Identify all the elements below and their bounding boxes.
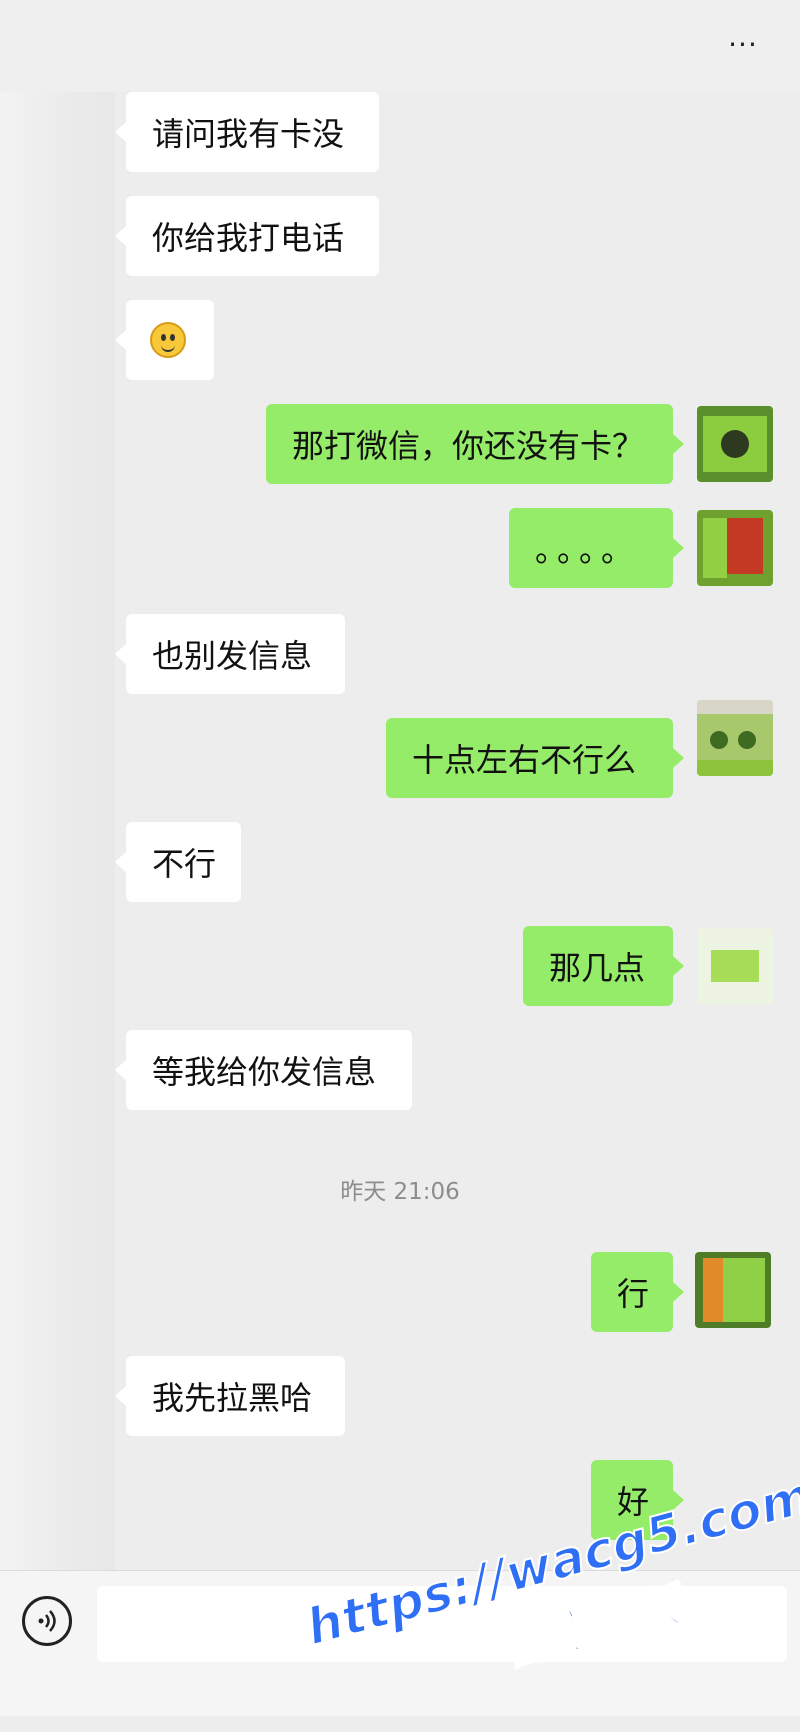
message-text: 那打微信，你还没有卡？ xyxy=(292,427,645,465)
chat-header: ··· xyxy=(0,0,800,92)
outgoing-message-bubble[interactable]: 好 xyxy=(591,1460,684,1540)
incoming-message-bubble[interactable]: 我先拉黑哈 xyxy=(115,1356,345,1436)
outgoing-message-bubble[interactable]: 行 xyxy=(591,1252,684,1332)
incoming-message-bubble[interactable]: 等我给你发信息 xyxy=(115,1030,412,1110)
incoming-emoji-bubble[interactable] xyxy=(115,300,214,380)
message-text: 你给我打电话 xyxy=(152,219,345,257)
self-avatar[interactable] xyxy=(697,928,773,1004)
outgoing-message-bubble[interactable]: 。。。。 xyxy=(509,508,684,588)
message-text: 好 xyxy=(617,1483,650,1521)
outgoing-message-bubble[interactable]: 那打微信，你还没有卡？ xyxy=(266,404,684,484)
smile-emoji-icon xyxy=(150,322,186,358)
message-text: 我先拉黑哈 xyxy=(152,1379,313,1417)
message-text: 等我给你发信息 xyxy=(152,1053,377,1091)
left-background-strip xyxy=(0,0,115,1570)
message-text: 不行 xyxy=(152,845,217,883)
incoming-message-bubble[interactable]: 不行 xyxy=(115,822,241,902)
self-avatar[interactable] xyxy=(695,1252,771,1328)
incoming-message-bubble[interactable]: 请问我有卡没 xyxy=(115,92,379,172)
self-avatar[interactable] xyxy=(697,510,773,586)
message-timestamp: 昨天 21:06 xyxy=(340,1179,460,1205)
more-dots-icon[interactable]: ··· xyxy=(718,28,768,62)
message-text: 行 xyxy=(617,1275,650,1313)
voice-icon[interactable] xyxy=(22,1596,72,1646)
outgoing-message-bubble[interactable]: 十点左右不行么 xyxy=(386,718,684,798)
outgoing-message-bubble[interactable]: 那几点 xyxy=(523,926,684,1006)
message-text: 请问我有卡没 xyxy=(152,115,345,153)
message-text: 那几点 xyxy=(549,949,646,987)
message-text: 也别发信息 xyxy=(152,637,313,675)
message-input[interactable] xyxy=(97,1586,787,1662)
incoming-message-bubble[interactable]: 你给我打电话 xyxy=(115,196,379,276)
self-avatar[interactable] xyxy=(697,406,773,482)
message-text: 十点左右不行么 xyxy=(412,741,637,779)
self-avatar[interactable] xyxy=(697,700,773,776)
message-text: 。。。。 xyxy=(535,531,640,569)
incoming-message-bubble[interactable]: 也别发信息 xyxy=(115,614,345,694)
chat-input-bar xyxy=(0,1570,800,1716)
